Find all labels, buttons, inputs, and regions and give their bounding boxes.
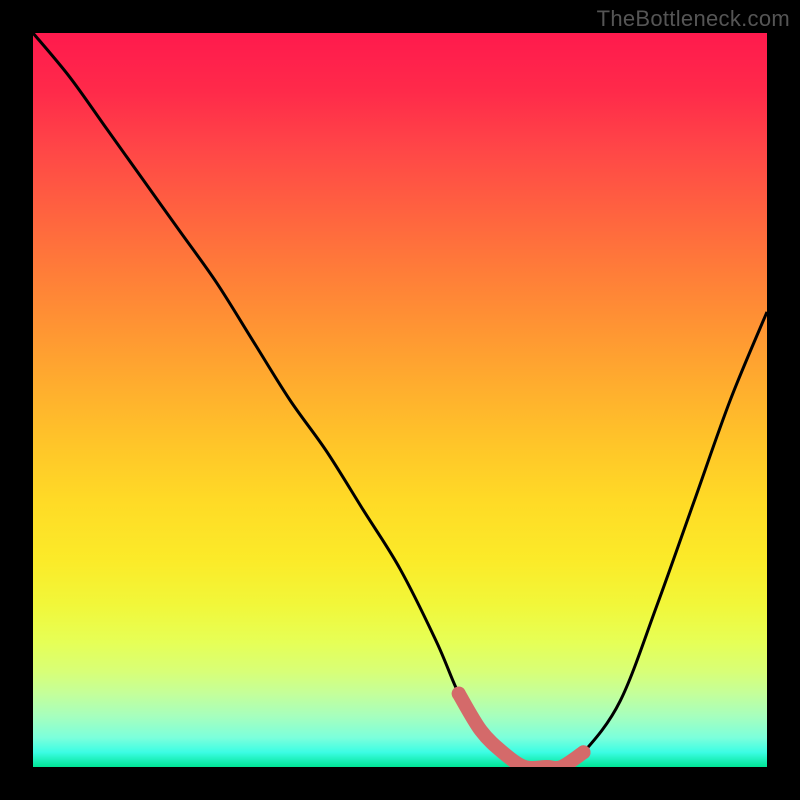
highlight-endpoint-right (577, 745, 591, 759)
bottleneck-curve (33, 33, 767, 767)
optimal-region-highlight (459, 694, 584, 767)
chart-container: TheBottleneck.com (0, 0, 800, 800)
plot-area (33, 33, 767, 767)
watermark-text: TheBottleneck.com (597, 6, 790, 32)
curve-svg (33, 33, 767, 767)
highlight-endpoint-left (452, 687, 466, 701)
